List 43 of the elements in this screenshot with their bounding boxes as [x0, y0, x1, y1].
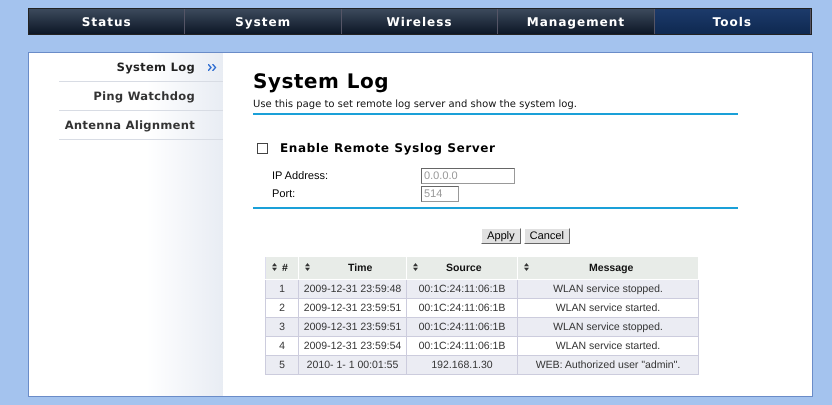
- page-description: Use this page to set remote log server and show the system log.: [253, 99, 578, 110]
- column-title: Message: [589, 262, 634, 274]
- double-chevron-icon: [208, 64, 217, 71]
- table-cell: 00:1C:24:11:06:1B: [406, 318, 518, 336]
- column-header[interactable]: Message: [518, 256, 698, 280]
- column-title: Time: [348, 262, 372, 274]
- cancel-button[interactable]: Cancel: [524, 228, 570, 244]
- table-cell: 5: [266, 356, 298, 374]
- sort-icon: [305, 263, 310, 271]
- sidebar-item[interactable]: System Log: [59, 53, 223, 82]
- sidebar-item-label: Antenna Alignment: [64, 118, 195, 132]
- sidebar-item[interactable]: Antenna Alignment: [59, 111, 223, 140]
- nav-tab[interactable]: Status: [29, 9, 186, 34]
- checkbox-label: Enable Remote Syslog Server: [280, 141, 496, 155]
- checkbox[interactable]: [257, 142, 268, 154]
- nav-tab[interactable]: Tools: [654, 9, 812, 34]
- column-header[interactable]: #: [266, 256, 298, 280]
- nav-tab[interactable]: Wireless: [342, 9, 498, 34]
- sort-icon: [413, 263, 418, 271]
- table-cell: 192.168.1.30: [406, 356, 518, 374]
- sidebar-item[interactable]: Ping Watchdog: [59, 82, 223, 111]
- table-cell: WLAN service stopped.: [518, 318, 698, 336]
- apply-button[interactable]: Apply: [481, 228, 521, 244]
- field-label: IP Address:: [272, 170, 330, 182]
- sort-icon: [524, 263, 529, 271]
- nav-tab[interactable]: System: [185, 9, 342, 34]
- page-title: System Log: [253, 69, 390, 93]
- column-header[interactable]: Time: [298, 256, 406, 280]
- table-cell: WEB: Authorized user "admin".: [518, 356, 698, 374]
- sidebar-item-label: Ping Watchdog: [93, 89, 195, 103]
- column-header[interactable]: Source: [406, 256, 518, 280]
- table-cell: 2009-12-31 23:59:48: [298, 280, 406, 298]
- table-cell: 2009-12-31 23:59:51: [298, 318, 406, 336]
- table-cell: 3: [266, 318, 298, 336]
- sort-icon: [272, 263, 277, 271]
- field-label: Port:: [272, 188, 296, 200]
- table-cell: 1: [266, 280, 298, 298]
- column-title: #: [282, 262, 288, 274]
- sidebar-item-label: System Log: [116, 60, 195, 74]
- table-cell: WLAN service stopped.: [518, 280, 698, 298]
- column-title: Source: [446, 262, 482, 274]
- table-cell: 00:1C:24:11:06:1B: [406, 280, 518, 298]
- table-cell: 2010- 1- 1 00:01:55: [298, 356, 406, 374]
